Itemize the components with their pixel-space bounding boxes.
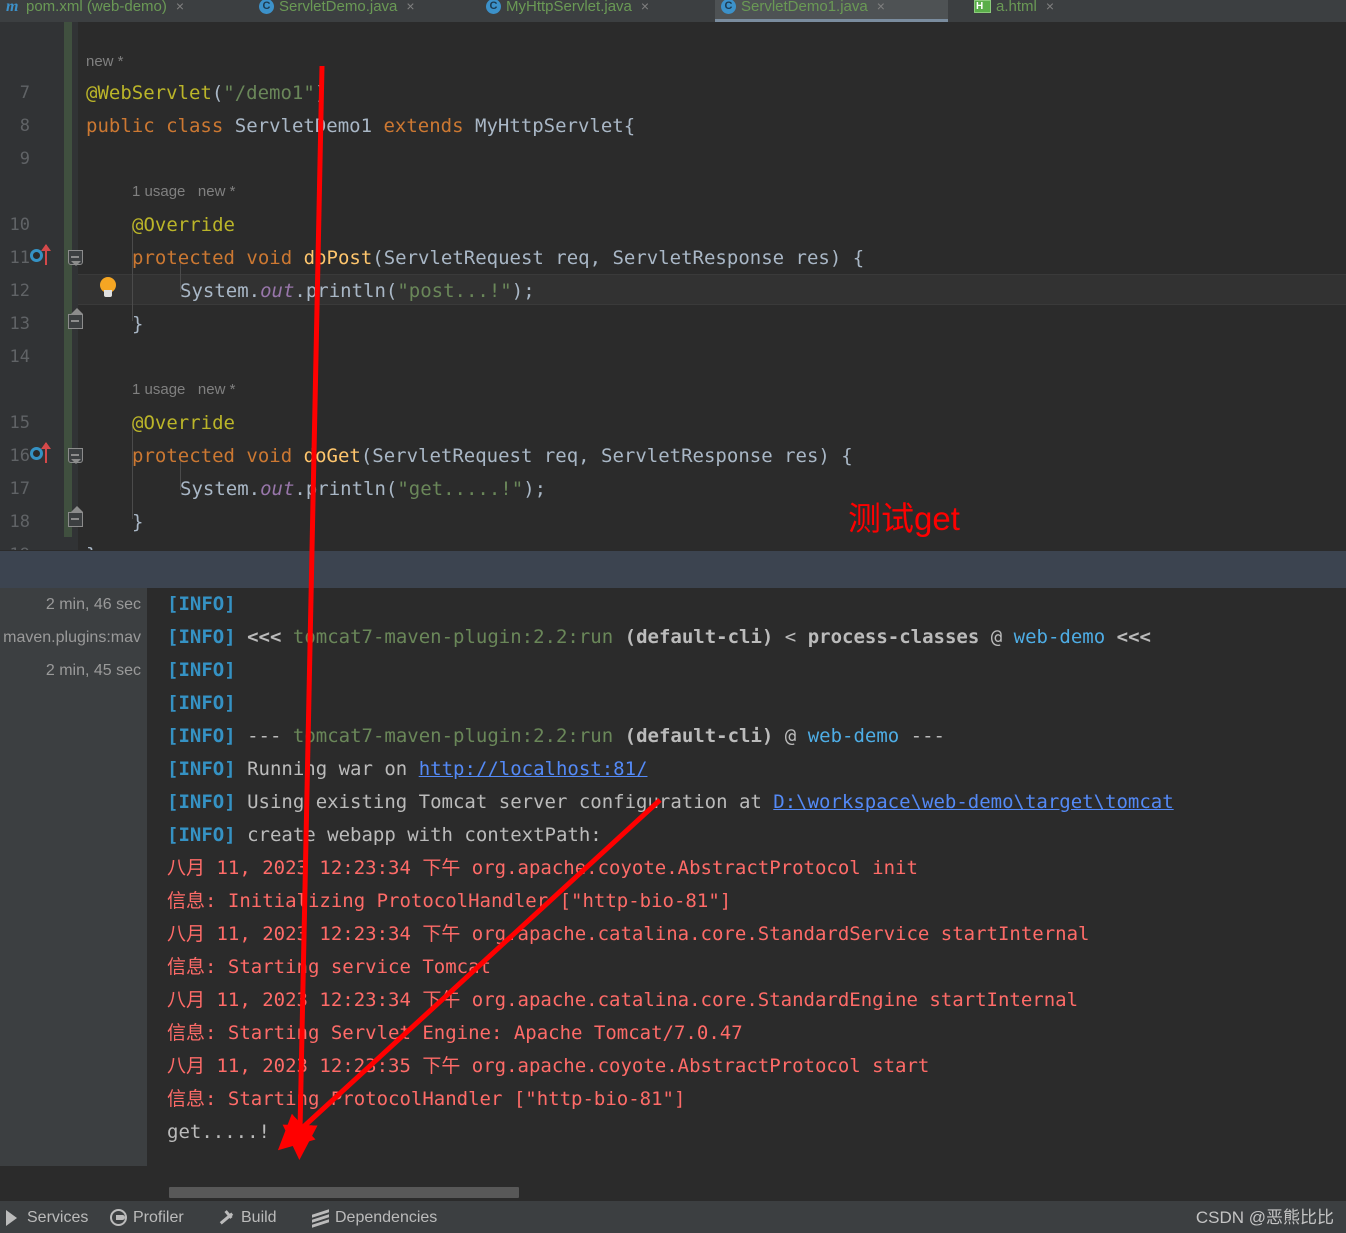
- code-line[interactable]: protected void doGet(ServletRequest req,…: [132, 440, 853, 473]
- editor-tab-a-html[interactable]: a.html ×: [968, 0, 1103, 22]
- editor-tab-myhttpservlet-java[interactable]: MyHttpServlet.java ×: [480, 0, 710, 22]
- scrollbar-thumb[interactable]: [169, 1187, 519, 1198]
- inlay-hint[interactable]: 1 usage new *: [132, 177, 235, 207]
- tab-label: ServletDemo1.java: [741, 0, 868, 15]
- tab-label: pom.xml (web-demo): [26, 0, 167, 15]
- tab-label: MyHttpServlet.java: [506, 0, 632, 15]
- java-class-icon: [721, 0, 736, 14]
- code-line[interactable]: }: [132, 506, 143, 539]
- inlay-hint[interactable]: new *: [86, 47, 124, 77]
- status-item-services[interactable]: Services: [4, 1201, 88, 1233]
- fold-open[interactable]: [68, 250, 83, 266]
- line-number: 10: [9, 215, 30, 235]
- editor-tab-servletdemo-java[interactable]: ServletDemo.java ×: [253, 0, 468, 22]
- editor-tab-bar: pom.xml (web-demo)×ServletDemo.java×MyHt…: [0, 0, 1346, 22]
- java-class-icon: [259, 0, 274, 14]
- annotation-label: 测试get: [848, 500, 960, 537]
- console-line: [INFO]: [167, 692, 236, 714]
- intention-bulb-icon[interactable]: [99, 277, 117, 299]
- line-number: 12: [9, 281, 30, 301]
- dependencies-icon: [312, 1209, 329, 1228]
- tab-close-icon[interactable]: ×: [1046, 0, 1054, 14]
- line-number: 9: [19, 149, 30, 169]
- inlay-hint[interactable]: 1 usage new *: [132, 375, 235, 405]
- console-line: get.....!: [167, 1121, 270, 1143]
- line-number: 11: [9, 248, 30, 268]
- code-line[interactable]: @WebServlet("/demo1"): [86, 77, 326, 110]
- profiler-icon: [110, 1209, 127, 1226]
- tab-close-icon[interactable]: ×: [641, 0, 649, 14]
- code-line[interactable]: @Override: [132, 209, 235, 242]
- code-line[interactable]: System.out.println("post...!");: [180, 275, 535, 308]
- console-line: [INFO] Running war on http://localhost:8…: [167, 758, 648, 780]
- tab-label: ServletDemo.java: [279, 0, 398, 15]
- editor-tab-servletdemo1-java[interactable]: ServletDemo1.java ×: [715, 0, 948, 22]
- status-item-profiler[interactable]: Profiler: [110, 1201, 184, 1233]
- status-item-dependencies[interactable]: Dependencies: [312, 1201, 437, 1233]
- console-line: [INFO] Using existing Tomcat server conf…: [167, 791, 1174, 813]
- console-line: [INFO]: [167, 659, 236, 681]
- tab-close-icon[interactable]: ×: [406, 0, 414, 14]
- status-item-label: Build: [241, 1208, 277, 1226]
- ide-window: pom.xml (web-demo)×ServletDemo.java×MyHt…: [0, 0, 1346, 1233]
- code-line[interactable]: @Override: [132, 407, 235, 440]
- build-tree-panel[interactable]: 2 min, 46 sec maven.plugins:mav 2 min, 45 …: [0, 588, 148, 1166]
- fold-close[interactable]: [68, 506, 83, 527]
- status-item-build[interactable]: Build: [218, 1201, 277, 1233]
- csdn-watermark: CSDN @恶熊比比: [1195, 1208, 1334, 1227]
- build-tree-row[interactable]: 2 min, 45 sec: [46, 654, 141, 687]
- code-editor[interactable]: 78910111213141516171819new *1 usage new …: [0, 22, 1346, 566]
- console-line: 八月 11, 2023 12:23:34 下午 org.apache.coyot…: [167, 857, 918, 879]
- fold-close[interactable]: [68, 308, 83, 329]
- status-item-label: Dependencies: [335, 1208, 438, 1226]
- services-icon: [4, 1209, 21, 1226]
- code-line[interactable]: public class ServletDemo1 extends MyHttp…: [86, 110, 635, 143]
- console-line: [INFO] <<< tomcat7-maven-plugin:2.2:run …: [167, 626, 1151, 648]
- console-line: 信息: Starting Servlet Engine: Apache Tomc…: [167, 1022, 743, 1044]
- java-class-icon: [486, 0, 501, 14]
- line-number: 13: [9, 314, 30, 334]
- console-line: 信息: Initializing ProtocolHandler ["http-…: [167, 890, 732, 912]
- line-number: 16: [9, 446, 30, 466]
- console-horizontal-scrollbar[interactable]: [149, 1184, 1346, 1200]
- line-number: 18: [9, 512, 30, 532]
- maven-icon: [6, 0, 21, 13]
- line-number: 17: [9, 479, 30, 499]
- line-number: 7: [19, 83, 30, 103]
- console-line: 信息: Starting service Tomcat: [167, 956, 491, 978]
- run-console-panel: 2 min, 46 sec maven.plugins:mav 2 min, 45 …: [0, 588, 1346, 1200]
- console-output[interactable]: [INFO] [INFO] <<< tomcat7-maven-plugin:2.…: [149, 588, 1346, 1166]
- override-icon[interactable]: [30, 244, 60, 268]
- override-icon[interactable]: [30, 442, 60, 466]
- tab-close-icon[interactable]: ×: [176, 0, 184, 14]
- console-line: 八月 11, 2023 12:23:35 下午 org.apache.coyot…: [167, 1055, 930, 1077]
- line-number: 15: [9, 413, 30, 433]
- html-file-icon: [974, 0, 991, 13]
- console-line: [INFO] --- tomcat7-maven-plugin:2.2:run …: [167, 725, 945, 747]
- build-tree-row[interactable]: maven.plugins:mav: [3, 621, 141, 654]
- console-line: 八月 11, 2023 12:23:34 下午 org.apache.catal…: [167, 989, 1079, 1011]
- editor-console-splitter[interactable]: [0, 550, 1346, 588]
- console-line: [INFO] create webapp with contextPath:: [167, 824, 602, 846]
- editor-tab-pom-xml-web-demo-[interactable]: pom.xml (web-demo) ×: [0, 0, 240, 22]
- tab-label: a.html: [996, 0, 1037, 15]
- status-item-label: Profiler: [133, 1208, 184, 1226]
- status-bar: CSDN @恶熊比比 Services Profiler Build Dependen…: [0, 1200, 1346, 1233]
- console-line: [INFO]: [167, 593, 236, 615]
- code-line[interactable]: }: [132, 308, 143, 341]
- console-line: 信息: Starting ProtocolHandler ["http-bio-…: [167, 1088, 686, 1110]
- build-hammer-icon: [218, 1209, 235, 1226]
- status-item-label: Services: [27, 1208, 89, 1226]
- line-number: 8: [19, 116, 30, 136]
- line-number: 14: [9, 347, 30, 367]
- tab-close-icon[interactable]: ×: [877, 0, 885, 14]
- code-line[interactable]: protected void doPost(ServletRequest req…: [132, 242, 864, 275]
- code-line[interactable]: System.out.println("get.....!");: [180, 473, 546, 506]
- console-line: 八月 11, 2023 12:23:34 下午 org.apache.catal…: [167, 923, 1090, 945]
- build-tree-row[interactable]: 2 min, 46 sec: [46, 588, 141, 621]
- fold-open[interactable]: [68, 448, 83, 464]
